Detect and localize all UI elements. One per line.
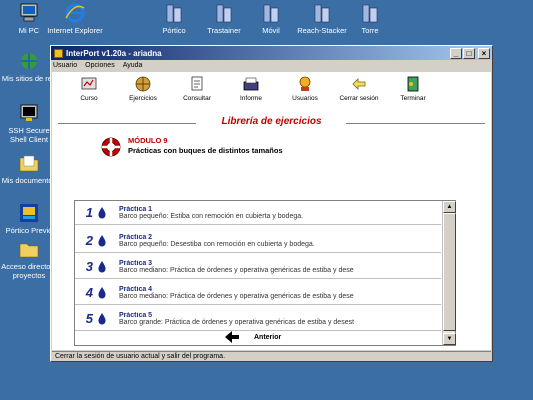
list-item-practica-2[interactable]: 2 Práctica 2 Barco pequeño: Desestiba con…: [75, 229, 441, 253]
practice-number: 4: [85, 285, 93, 300]
list-item-practica-3[interactable]: 3 Práctica 3 Barco mediano: Práctica de ó…: [75, 255, 441, 279]
folder-icon: [19, 243, 39, 258]
building-icon: [314, 4, 330, 23]
list-item-practica-5[interactable]: 5 Práctica 5 Barco grande: Práctica de ór…: [75, 307, 441, 331]
vertical-scrollbar[interactable]: ▲ ▼: [442, 201, 456, 345]
practice-description: Barco pequeño: Estiba con remoción en cu…: [119, 212, 304, 220]
practice-description: Barco mediano: Práctica de órdenes y ope…: [119, 292, 354, 300]
scroll-down-arrow[interactable]: ▼: [443, 333, 456, 345]
tool-label: Informe: [239, 95, 263, 102]
scroll-thumb[interactable]: [443, 213, 456, 331]
tool-label: Usuarios: [292, 95, 318, 102]
terminar-button[interactable]: Terminar: [386, 72, 440, 109]
exercises-icon: [135, 76, 151, 92]
practices-list-viewport: 1 Práctica 1 Barco pequeño: Estiba con re…: [75, 201, 441, 345]
practice-number: 3: [85, 259, 93, 274]
water-drop-icon: [98, 206, 106, 218]
desktop-icon-movil[interactable]: Móvil: [242, 2, 300, 35]
tool-label: Ejercicios: [129, 95, 157, 102]
practice-description: Barco mediano: Práctica de órdenes y ope…: [119, 266, 354, 274]
window-title: InterPort v1.20a - ariadna: [66, 48, 162, 58]
practices-list: 1 Práctica 1 Barco pequeño: Estiba con re…: [74, 200, 456, 346]
title-bar[interactable]: InterPort v1.20a - ariadna _ □ ×: [51, 46, 492, 60]
curso-button[interactable]: Curso: [62, 72, 116, 109]
practice-title: Práctica 1: [119, 205, 153, 213]
practice-description: Barco pequeño: Desestiba con remoción en…: [119, 240, 315, 248]
desktop-icon-torre[interactable]: Torre: [341, 2, 399, 35]
building-icon: [166, 4, 182, 23]
desktop-icon-internet-explorer[interactable]: Internet Explorer: [46, 2, 104, 35]
computer-icon: [20, 3, 38, 22]
practice-description: Barco grande: Práctica de órdenes y oper…: [119, 318, 355, 326]
tool-label: Terminar: [400, 95, 426, 102]
water-drop-icon: [98, 312, 106, 324]
water-drop-icon: [98, 260, 106, 272]
interport-window: InterPort v1.20a - ariadna _ □ × Usuario…: [50, 45, 493, 362]
course-icon: [81, 77, 97, 90]
water-drop-icon: [98, 286, 106, 298]
practice-title: Práctica 4: [119, 285, 153, 293]
module-header: MÓDULO 9 Prácticas con buques de distint…: [100, 136, 283, 158]
users-icon: [299, 76, 311, 91]
building-icon: [216, 4, 232, 23]
tool-label: Consultar: [183, 95, 211, 102]
maximize-button[interactable]: □: [463, 47, 475, 59]
page-title: Librería de ejercicios: [221, 116, 322, 127]
list-item-practica-1[interactable]: 1 Práctica 1 Barco pequeño: Estiba con re…: [75, 201, 441, 225]
module-title: MÓDULO 9: [128, 136, 168, 145]
back-arrow-icon: [225, 331, 239, 343]
consultar-button[interactable]: Consultar: [170, 72, 224, 109]
lifebuoy-icon: [101, 137, 121, 157]
network-places-icon: [21, 53, 37, 69]
toolbar: Curso Ejercicios Consultar Informe Usuar…: [52, 72, 491, 109]
ejercicios-button[interactable]: Ejercicios: [116, 72, 170, 109]
status-bar: Cerrar la sesión de usuario actual y sal…: [52, 351, 491, 361]
menu-bar: Usuario Opciones Ayuda: [51, 60, 492, 71]
app-icon: [20, 204, 38, 222]
tool-label: Curso: [80, 95, 98, 102]
practice-title: Práctica 2: [119, 233, 153, 241]
informe-button[interactable]: Informe: [224, 72, 278, 109]
practice-number: 1: [85, 205, 93, 220]
client-area: Curso Ejercicios Consultar Informe Usuar…: [52, 72, 491, 350]
section-heading: Librería de ejercicios: [58, 116, 485, 130]
cerrar-sesion-button[interactable]: Cerrar sesión: [332, 72, 386, 109]
desktop-icon-label: Móvil: [262, 26, 280, 35]
folder-icon: [19, 155, 39, 172]
building-icon: [362, 4, 378, 23]
ssh-client-icon: [20, 104, 38, 121]
water-drop-icon: [98, 234, 106, 246]
practice-title: Práctica 5: [119, 311, 153, 319]
anterior-label: Anterior: [254, 333, 282, 341]
module-subtitle: Prácticas con buques de distintos tamaño…: [128, 146, 283, 155]
report-icon: [243, 77, 259, 91]
tool-label: Cerrar sesión: [339, 95, 379, 102]
menu-opciones[interactable]: Opciones: [85, 62, 115, 69]
menu-usuario[interactable]: Usuario: [53, 62, 77, 69]
scroll-up-arrow[interactable]: ▲: [443, 201, 456, 213]
building-icon: [263, 4, 279, 23]
menu-ayuda[interactable]: Ayuda: [123, 62, 143, 69]
practice-title: Práctica 3: [119, 259, 153, 267]
ie-icon: [65, 3, 85, 23]
close-button[interactable]: ×: [478, 47, 490, 59]
close-session-icon: [352, 78, 366, 90]
consult-icon: [191, 76, 203, 91]
list-item-practica-4[interactable]: 4 Práctica 4 Barco mediano: Práctica de ó…: [75, 281, 441, 305]
anterior-button[interactable]: Anterior: [224, 330, 281, 344]
app-title-icon: [54, 48, 63, 58]
desktop-icon-label: Torre: [361, 26, 379, 35]
practice-number: 2: [85, 233, 93, 248]
practice-number: 5: [85, 311, 93, 326]
minimize-button[interactable]: _: [450, 47, 462, 59]
usuarios-button[interactable]: Usuarios: [278, 72, 332, 109]
desktop-icon-label: Internet Explorer: [47, 26, 103, 35]
exit-icon: [407, 76, 419, 92]
